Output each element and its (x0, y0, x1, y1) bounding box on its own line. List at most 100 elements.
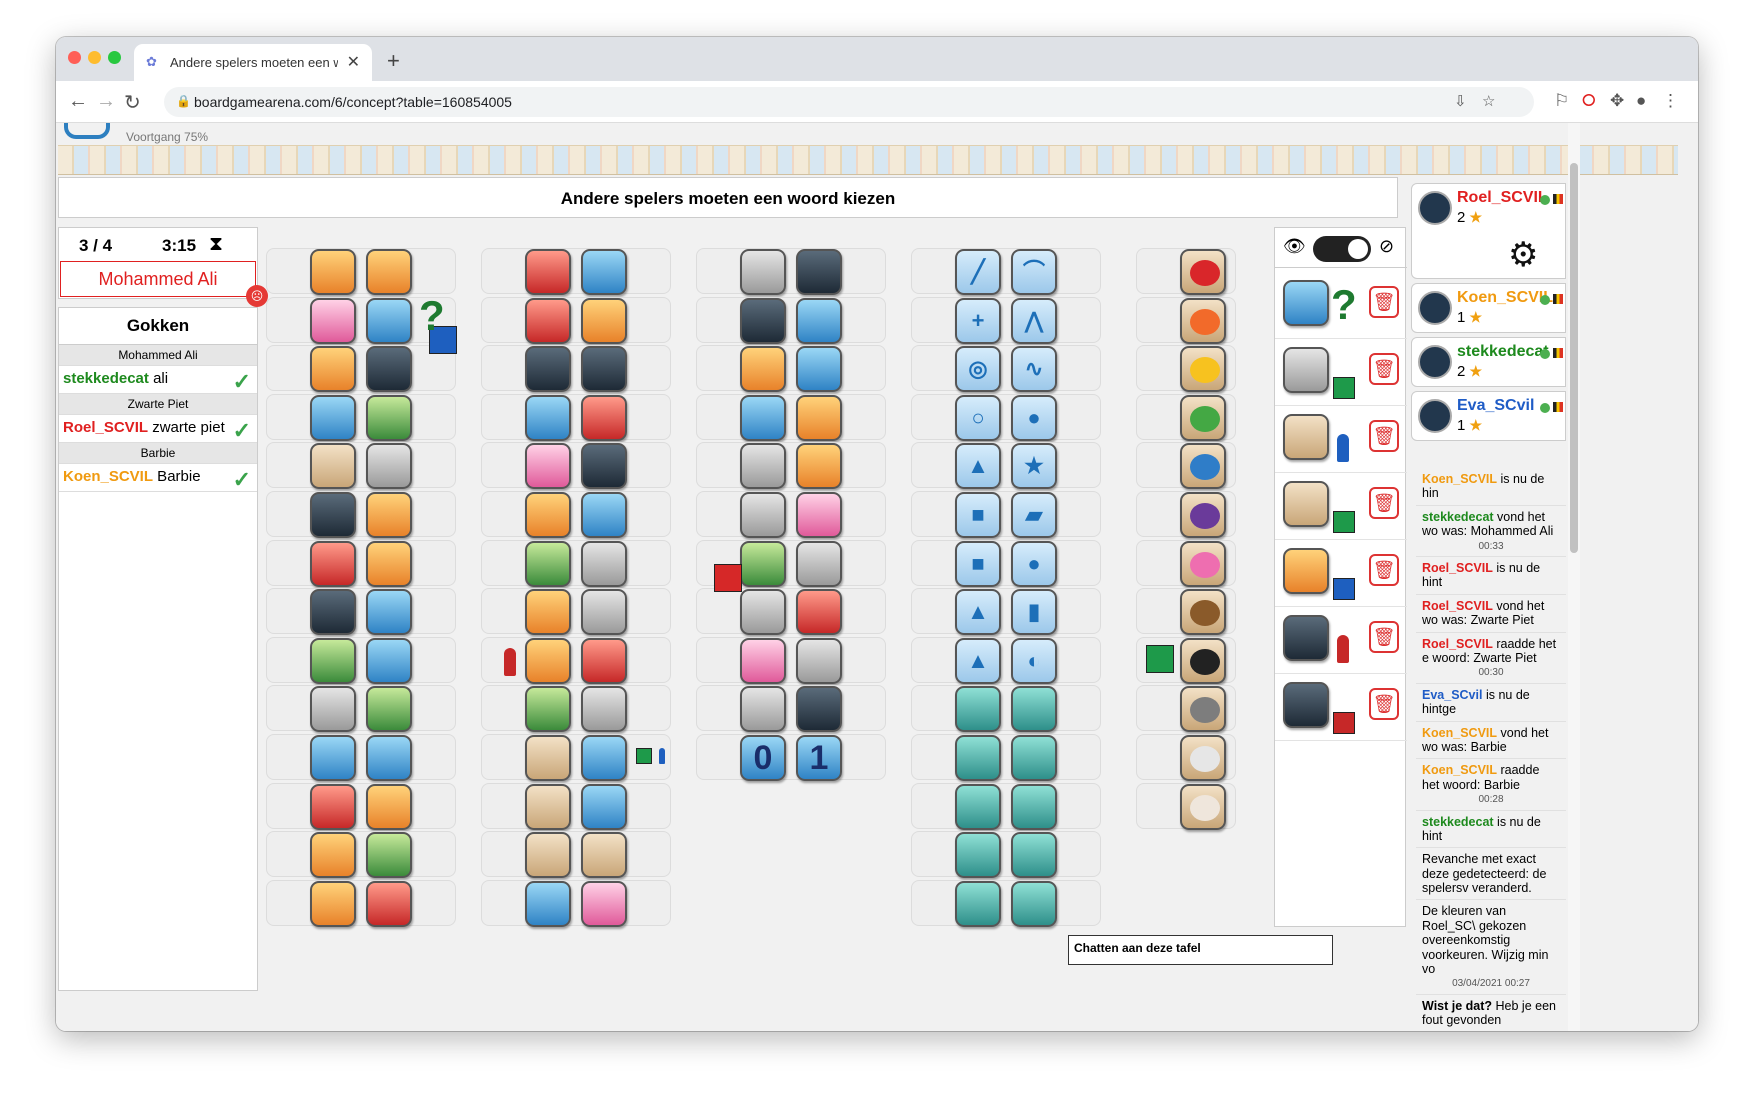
concept-icon[interactable] (525, 735, 571, 781)
tab-close-icon[interactable]: ✕ (347, 52, 360, 72)
color-blob-icon[interactable] (1180, 686, 1226, 733)
concept-icon[interactable] (1011, 783, 1057, 830)
clue-icon[interactable] (1283, 347, 1329, 393)
concept-icon[interactable] (366, 783, 412, 830)
player-card[interactable]: Roel_SCVIL 2 ★ (1411, 183, 1566, 279)
concept-icon[interactable] (796, 297, 842, 344)
concept-icon[interactable] (525, 297, 571, 344)
concept-icon[interactable]: ▲ (955, 443, 1001, 490)
color-blob-icon[interactable] (1180, 346, 1226, 393)
concept-icon[interactable] (366, 637, 412, 684)
concept-icon[interactable] (366, 540, 412, 587)
color-blob-icon[interactable] (1180, 589, 1226, 636)
concept-icon[interactable] (740, 297, 786, 344)
concept-icon[interactable] (366, 443, 412, 490)
concept-icon[interactable]: ● (1011, 394, 1057, 441)
concept-icon[interactable] (740, 394, 786, 441)
concept-icon[interactable] (581, 880, 627, 927)
clue-icon[interactable] (1283, 682, 1329, 728)
menu-icon[interactable]: ⋮ (1662, 91, 1679, 111)
clue-icon[interactable] (1283, 280, 1329, 326)
concept-icon[interactable] (796, 394, 842, 441)
concept-icon[interactable] (955, 832, 1001, 879)
concept-icon[interactable] (740, 346, 786, 393)
player-card[interactable]: Koen_SCVIL 1 ★ (1411, 283, 1566, 333)
color-blob-icon[interactable] (1180, 492, 1226, 538)
concept-icon[interactable] (310, 589, 356, 636)
concept-icon[interactable] (525, 637, 571, 684)
clue-icon[interactable] (1283, 481, 1329, 527)
concept-icon[interactable] (581, 492, 627, 538)
concept-icon[interactable]: ◎ (955, 346, 1001, 393)
concept-icon[interactable] (366, 832, 412, 879)
concept-icon[interactable]: ▰ (1011, 492, 1057, 538)
settings-gear-icon[interactable]: ⚙ (1508, 235, 1538, 275)
concept-icon[interactable] (955, 735, 1001, 781)
concept-icon[interactable] (310, 492, 356, 538)
maximize-window-button[interactable] (108, 51, 121, 64)
clue-icon[interactable] (1283, 615, 1329, 661)
bookmark-star-icon[interactable]: ☆ (1482, 92, 1495, 110)
trash-icon[interactable]: 🗑 (1369, 554, 1399, 586)
new-tab-button[interactable]: + (387, 48, 400, 74)
color-blob-icon[interactable] (1180, 297, 1226, 344)
concept-icon[interactable]: ⋀ (1011, 297, 1057, 344)
trash-icon[interactable]: 🗑 (1369, 353, 1399, 385)
close-window-button[interactable] (68, 51, 81, 64)
concept-icon[interactable] (796, 637, 842, 684)
concept-icon[interactable] (366, 394, 412, 441)
concept-icon[interactable] (1011, 880, 1057, 927)
concept-icon[interactable] (740, 686, 786, 733)
concept-icon[interactable] (310, 735, 356, 781)
concept-icon[interactable]: ▲ (955, 589, 1001, 636)
concept-icon[interactable] (1011, 686, 1057, 733)
concept-icon[interactable]: ⌒ (1011, 249, 1057, 295)
concept-icon[interactable] (525, 249, 571, 295)
concept-icon[interactable] (581, 686, 627, 733)
concept-icon[interactable] (310, 686, 356, 733)
forward-icon[interactable]: → (96, 90, 116, 113)
minimize-window-button[interactable] (88, 51, 101, 64)
concept-icon[interactable]: ★ (1011, 443, 1057, 490)
concept-icon[interactable]: ■ (955, 540, 1001, 587)
puzzle-icon[interactable]: ✥ (1610, 91, 1624, 111)
concept-icon[interactable] (310, 297, 356, 344)
color-blob-icon[interactable] (1180, 249, 1226, 295)
concept-icon[interactable] (525, 783, 571, 830)
concept-icon[interactable] (310, 249, 356, 295)
color-blob-icon[interactable] (1180, 394, 1226, 441)
concept-icon[interactable] (525, 540, 571, 587)
clue-icon[interactable] (1283, 548, 1329, 594)
trash-icon[interactable]: 🗑 (1369, 286, 1399, 318)
concept-icon[interactable] (955, 783, 1001, 830)
color-blob-icon[interactable] (1180, 637, 1226, 684)
concept-icon[interactable] (740, 249, 786, 295)
install-icon[interactable]: ⇩ (1454, 92, 1467, 110)
visibility-toggle[interactable] (1313, 236, 1371, 262)
concept-icon[interactable] (581, 783, 627, 830)
concept-icon[interactable] (581, 249, 627, 295)
concept-icon[interactable] (366, 589, 412, 636)
page-scrollbar[interactable] (1568, 123, 1580, 1031)
concept-icon[interactable] (796, 540, 842, 587)
concept-icon[interactable] (581, 297, 627, 344)
color-blob-icon[interactable] (1180, 443, 1226, 490)
concept-icon[interactable] (581, 394, 627, 441)
concept-icon[interactable] (366, 686, 412, 733)
concept-icon[interactable] (310, 880, 356, 927)
concept-icon[interactable]: ╱ (955, 249, 1001, 295)
browser-tab[interactable]: ✿ Andere spelers moeten een wo ✕ (134, 44, 372, 81)
concept-icon[interactable] (740, 540, 786, 587)
concept-icon[interactable] (740, 492, 786, 538)
concept-icon[interactable] (310, 394, 356, 441)
concept-icon[interactable] (310, 346, 356, 393)
color-blob-icon[interactable] (1180, 783, 1226, 830)
concept-icon[interactable] (310, 637, 356, 684)
concept-icon[interactable] (581, 589, 627, 636)
concept-icon[interactable] (796, 443, 842, 490)
concept-icon[interactable] (796, 589, 842, 636)
concept-icon[interactable] (740, 637, 786, 684)
chat-input[interactable]: Chatten aan deze tafel (1068, 935, 1333, 965)
concept-icon[interactable] (581, 443, 627, 490)
concept-icon[interactable] (525, 346, 571, 393)
